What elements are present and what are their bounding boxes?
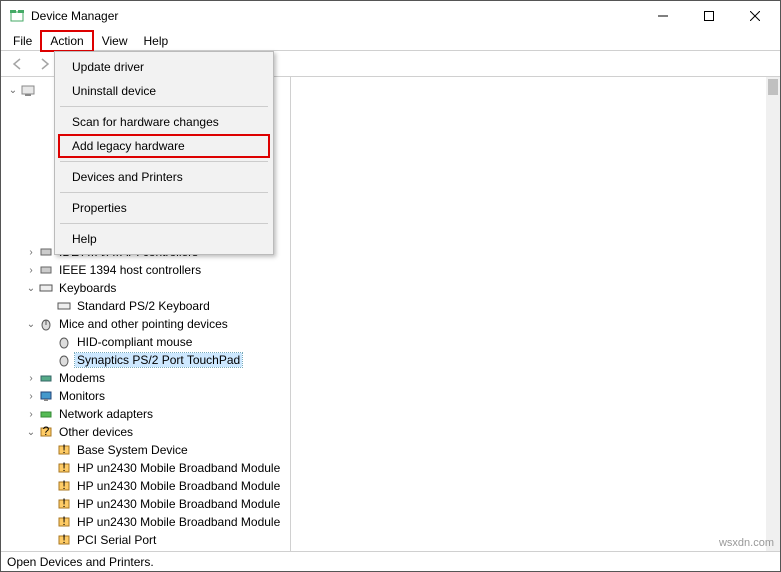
app-icon <box>9 8 25 24</box>
warning-icon: ! <box>56 478 72 494</box>
maximize-button[interactable] <box>686 1 732 31</box>
tree-item[interactable]: ! HP un2430 Mobile Broadband Module <box>1 477 290 495</box>
mouse-icon <box>38 316 54 332</box>
tree-item[interactable]: HID-compliant mouse <box>1 333 290 351</box>
tree-item-selected[interactable]: Synaptics PS/2 Port TouchPad <box>1 351 290 369</box>
menu-item-uninstall-device[interactable]: Uninstall device <box>58 79 270 103</box>
tree-label: IEEE 1394 host controllers <box>57 263 203 277</box>
warning-icon: ! <box>56 532 72 548</box>
menu-separator <box>60 223 268 224</box>
status-bar: Open Devices and Printers. <box>1 551 780 571</box>
tree-label: Monitors <box>57 389 107 403</box>
tree-label: HP un2430 Mobile Broadband Module <box>75 461 282 475</box>
menu-action[interactable]: Action <box>40 30 93 52</box>
forward-button[interactable] <box>33 53 55 75</box>
menu-item-help[interactable]: Help <box>58 227 270 251</box>
tree-label: Standard PS/2 Keyboard <box>75 299 212 313</box>
menu-separator <box>60 106 268 107</box>
tree-item[interactable]: ›Modems <box>1 369 290 387</box>
tree-label: Network adapters <box>57 407 155 421</box>
title-bar: Device Manager <box>1 1 780 31</box>
mouse-icon <box>56 352 72 368</box>
svg-text:!: ! <box>62 515 65 528</box>
minimize-button[interactable] <box>640 1 686 31</box>
tree-label: HID-compliant mouse <box>75 335 194 349</box>
svg-text:?: ? <box>43 425 50 438</box>
unknown-icon: ? <box>38 424 54 440</box>
menu-item-add-legacy-hardware[interactable]: Add legacy hardware <box>58 134 270 158</box>
action-menu-dropdown: Update driver Uninstall device Scan for … <box>54 51 274 255</box>
tree-item[interactable]: ⌄Keyboards <box>1 279 290 297</box>
tree-label: PCI Serial Port <box>75 533 158 547</box>
tree-item[interactable]: ›Network adapters <box>1 405 290 423</box>
menu-help[interactable]: Help <box>136 32 177 50</box>
tree-item[interactable]: Standard PS/2 Keyboard <box>1 297 290 315</box>
tree-label: Base System Device <box>75 443 190 457</box>
tree-item[interactable]: ! HP un2430 Mobile Broadband Module <box>1 459 290 477</box>
menu-item-update-driver[interactable]: Update driver <box>58 55 270 79</box>
svg-text:!: ! <box>62 533 65 546</box>
tree-label: Synaptics PS/2 Port TouchPad <box>75 353 242 367</box>
modem-icon <box>38 370 54 386</box>
tree-label: Keyboards <box>57 281 118 295</box>
warning-icon: ! <box>56 514 72 530</box>
window-title: Device Manager <box>31 9 118 23</box>
keyboard-icon <box>38 280 54 296</box>
tree-item[interactable]: ! HP un2430 Mobile Broadband Module <box>1 513 290 531</box>
tree-label: Other devices <box>57 425 135 439</box>
svg-text:!: ! <box>62 461 65 474</box>
watermark: wsxdn.com <box>719 537 774 549</box>
tree-label: HP un2430 Mobile Broadband Module <box>75 497 282 511</box>
menu-file[interactable]: File <box>5 32 40 50</box>
svg-text:!: ! <box>62 497 65 510</box>
keyboard-icon <box>56 298 72 314</box>
menu-item-devices-printers[interactable]: Devices and Printers <box>58 165 270 189</box>
tree-item[interactable]: ! Base System Device <box>1 441 290 459</box>
menu-separator <box>60 161 268 162</box>
back-button[interactable] <box>7 53 29 75</box>
svg-text:!: ! <box>62 479 65 492</box>
status-text: Open Devices and Printers. <box>7 555 154 569</box>
tree-item[interactable]: ›Monitors <box>1 387 290 405</box>
menu-item-scan-hardware[interactable]: Scan for hardware changes <box>58 110 270 134</box>
svg-text:!: ! <box>62 443 65 456</box>
menu-separator <box>60 192 268 193</box>
tree-item[interactable]: ! PCI Serial Port <box>1 531 290 549</box>
tree-item[interactable]: ⌄?Other devices <box>1 423 290 441</box>
tree-item[interactable]: ⌄Mice and other pointing devices <box>1 315 290 333</box>
close-button[interactable] <box>732 1 778 31</box>
menu-view[interactable]: View <box>94 32 136 50</box>
tree-label: Mice and other pointing devices <box>57 317 230 331</box>
tree-item[interactable]: ! HP un2430 Mobile Broadband Module <box>1 495 290 513</box>
warning-icon: ! <box>56 496 72 512</box>
network-icon <box>38 406 54 422</box>
monitor-icon <box>38 388 54 404</box>
tree-label: Modems <box>57 371 107 385</box>
warning-icon: ! <box>56 460 72 476</box>
tree-label: HP un2430 Mobile Broadband Module <box>75 515 282 529</box>
menu-item-properties[interactable]: Properties <box>58 196 270 220</box>
mouse-icon <box>56 334 72 350</box>
warning-icon: ! <box>56 442 72 458</box>
detail-pane <box>291 77 780 551</box>
tree-item[interactable]: ›IEEE 1394 host controllers <box>1 261 290 279</box>
tree-label: HP un2430 Mobile Broadband Module <box>75 479 282 493</box>
menu-bar: File Action View Help <box>1 31 780 51</box>
